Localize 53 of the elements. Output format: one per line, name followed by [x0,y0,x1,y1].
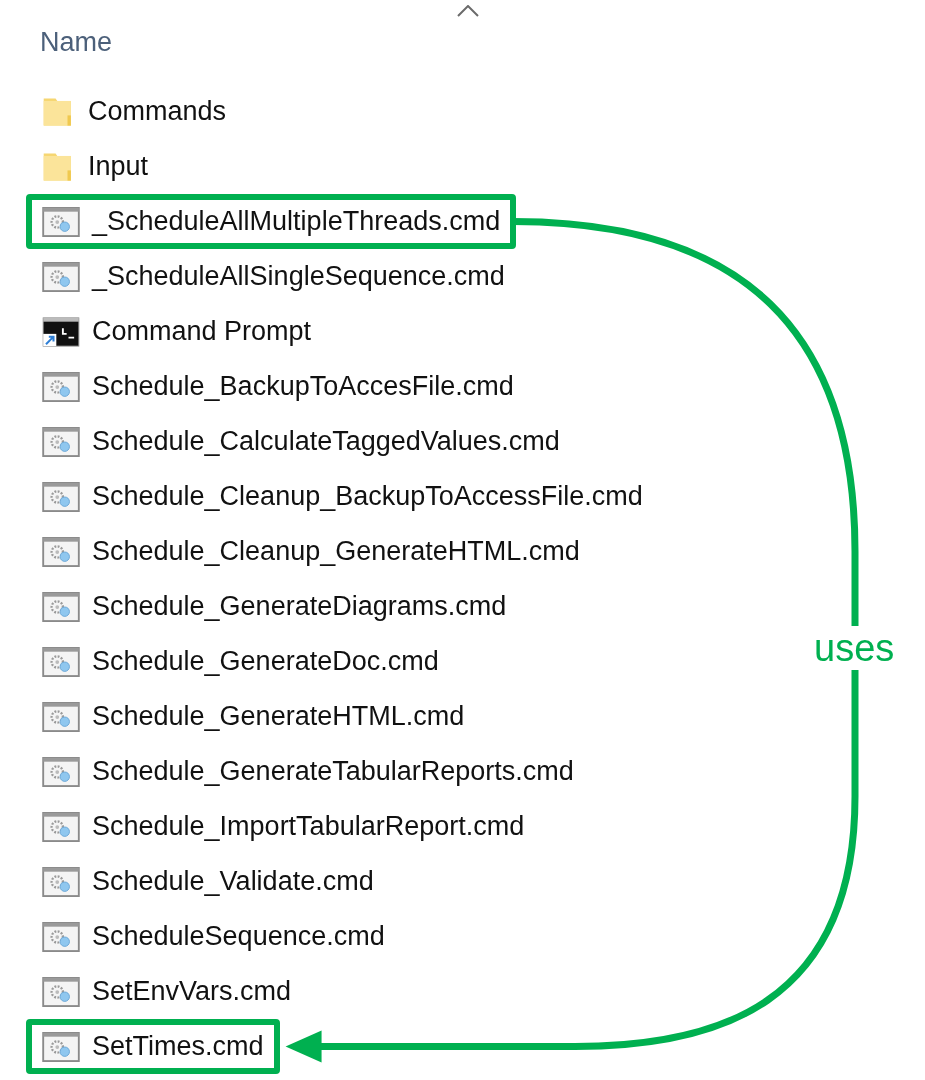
script-gear-icon [42,591,80,622]
script-gear-icon [42,536,80,567]
file-name: Commands [88,95,227,129]
file-name: Schedule_CalculateTaggedValues.cmd [92,425,560,459]
file-name: Schedule_ImportTabularReport.cmd [92,810,525,844]
script-gear-icon [42,756,80,787]
script-gear-icon [42,646,80,677]
file-row[interactable]: Schedule_Cleanup_BackupToAccessFile.cmd [26,469,659,524]
file-name: Schedule_GenerateTabularReports.cmd [92,755,574,789]
file-row[interactable]: Schedule_Validate.cmd [26,854,390,909]
file-name: Command Prompt [92,315,312,349]
file-name: Input [88,150,149,184]
file-name: Schedule_BackupToAccesFile.cmd [92,370,514,404]
script-gear-icon [42,261,80,292]
file-row[interactable]: Schedule_GenerateHTML.cmd [26,689,481,744]
script-gear-icon [42,921,80,952]
highlighted-file-row[interactable]: SetTimes.cmd [26,1019,280,1074]
file-name: SetTimes.cmd [92,1030,264,1064]
script-gear-icon [42,426,80,457]
file-row[interactable]: Input [26,139,165,194]
file-name: ScheduleSequence.cmd [92,920,385,954]
command-prompt-icon [42,316,80,347]
file-row[interactable]: Schedule_ImportTabularReport.cmd [26,799,541,854]
file-name: SetEnvVars.cmd [92,975,292,1009]
file-name: Schedule_GenerateDiagrams.cmd [92,590,507,624]
file-name: Schedule_Cleanup_GenerateHTML.cmd [92,535,580,569]
file-row[interactable]: Schedule_Cleanup_GenerateHTML.cmd [26,524,596,579]
file-row[interactable]: Schedule_BackupToAccesFile.cmd [26,359,530,414]
script-gear-icon [42,976,80,1007]
file-row[interactable]: ScheduleSequence.cmd [26,909,401,964]
file-row[interactable]: Schedule_CalculateTaggedValues.cmd [26,414,576,469]
file-row[interactable]: Commands [26,84,243,139]
file-row[interactable]: SetEnvVars.cmd [26,964,308,1019]
script-gear-icon [42,481,80,512]
file-name: _ScheduleAllMultipleThreads.cmd [92,205,501,239]
file-row[interactable]: _ScheduleAllSingleSequence.cmd [26,249,521,304]
file-name: Schedule_GenerateHTML.cmd [92,700,465,734]
script-gear-icon [42,866,80,897]
file-name: _ScheduleAllSingleSequence.cmd [92,260,505,294]
file-row[interactable]: Schedule_GenerateTabularReports.cmd [26,744,590,799]
file-name: Schedule_GenerateDoc.cmd [92,645,439,679]
script-gear-icon [42,1031,80,1062]
file-row[interactable]: Schedule_GenerateDoc.cmd [26,634,455,689]
script-gear-icon [42,701,80,732]
file-row[interactable]: Command Prompt [26,304,328,359]
highlighted-file-row[interactable]: _ScheduleAllMultipleThreads.cmd [26,194,517,249]
script-gear-icon [42,371,80,402]
file-name: Schedule_Cleanup_BackupToAccessFile.cmd [92,480,643,514]
file-name: Schedule_Validate.cmd [92,865,374,899]
column-header[interactable]: Name [40,22,113,63]
script-gear-icon [42,206,80,237]
file-row[interactable]: Schedule_GenerateDiagrams.cmd [26,579,523,634]
script-gear-icon [42,811,80,842]
